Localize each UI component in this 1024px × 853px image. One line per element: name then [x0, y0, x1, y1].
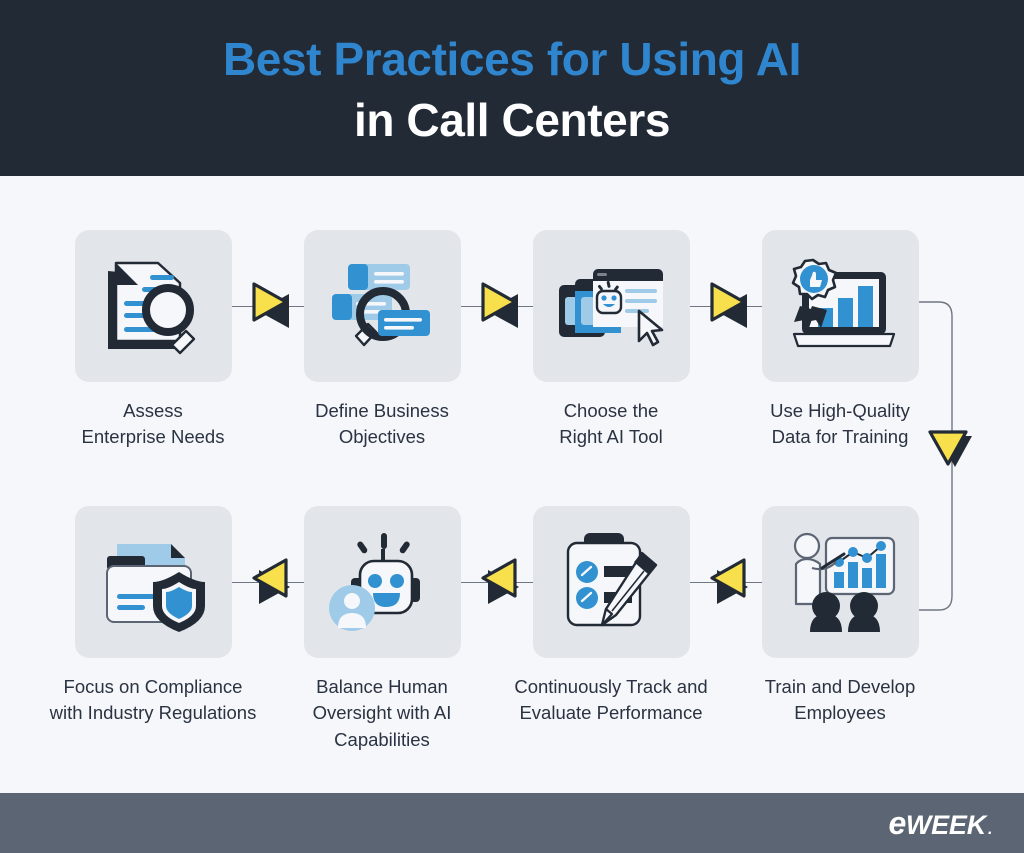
logo-e: e [888, 805, 907, 841]
step-6-label: Continuously Track and Evaluate Performa… [514, 676, 708, 724]
folder-shield-icon [106, 544, 205, 632]
clipboard-pencil-icon [566, 533, 658, 627]
arrow-down-4-5 [928, 430, 972, 467]
step-focus-on-compliance[interactable]: Focus on Compliance with Industry Regula… [31, 506, 275, 727]
header-banner: Best Practices for Using AI in Call Cent… [0, 0, 1024, 176]
step-6-tile [532, 506, 690, 658]
step-track-evaluate-performance[interactable]: Continuously Track and Evaluate Performa… [493, 506, 729, 727]
ai-windows-cursor-icon [559, 269, 664, 347]
document-magnifier-icon [108, 261, 196, 355]
step-use-high-quality-data[interactable]: Use High-Quality Data for Training [752, 230, 928, 451]
step-2-label: Define Business Objectives [315, 400, 449, 448]
eweek-logo: e WEEK. [888, 805, 993, 841]
logo-dot: . [988, 821, 992, 838]
step-1-label: Assess Enterprise Needs [81, 400, 225, 448]
robot-human-icon [329, 533, 420, 631]
footer-bar: e WEEK. [0, 793, 1024, 853]
step-assess-enterprise-needs[interactable]: Assess Enterprise Needs [65, 230, 241, 451]
arrow-right-1-2 [252, 282, 289, 328]
infographic-stage: Assess Enterprise Needs Define Business … [0, 176, 1024, 793]
step-3-tile [532, 230, 690, 382]
laptop-chart-badge-icon [791, 258, 896, 348]
cards-magnifier-icon [332, 264, 430, 347]
step-7-label: Balance Human Oversight with AI Capabili… [312, 676, 452, 750]
step-1-tile [74, 230, 232, 382]
arrow-right-3-4 [710, 282, 747, 328]
step-2-tile [303, 230, 461, 382]
step-4-label: Use High-Quality Data for Training [770, 400, 910, 448]
step-balance-human-oversight[interactable]: Balance Human Oversight with AI Capabili… [294, 506, 470, 753]
page-title-line-2: in Call Centers [353, 94, 671, 146]
step-5-tile [761, 506, 919, 658]
step-8-label: Focus on Compliance with Industry Regula… [49, 676, 257, 724]
page-title-line-1: Best Practices for Using AI [222, 33, 801, 86]
step-7-tile [303, 506, 461, 658]
step-choose-right-ai-tool[interactable]: Choose the Right AI Tool [523, 230, 699, 451]
logo-week: WEEK [905, 810, 987, 840]
training-presentation-icon [793, 532, 896, 632]
step-5-label: Train and Develop Employees [764, 676, 916, 724]
step-train-develop-employees[interactable]: Train and Develop Employees [752, 506, 928, 727]
arrow-right-2-3 [481, 282, 518, 328]
step-3-label: Choose the Right AI Tool [559, 400, 663, 448]
step-4-tile [761, 230, 919, 382]
step-define-business-objectives[interactable]: Define Business Objectives [294, 230, 470, 451]
step-8-tile [74, 506, 232, 658]
